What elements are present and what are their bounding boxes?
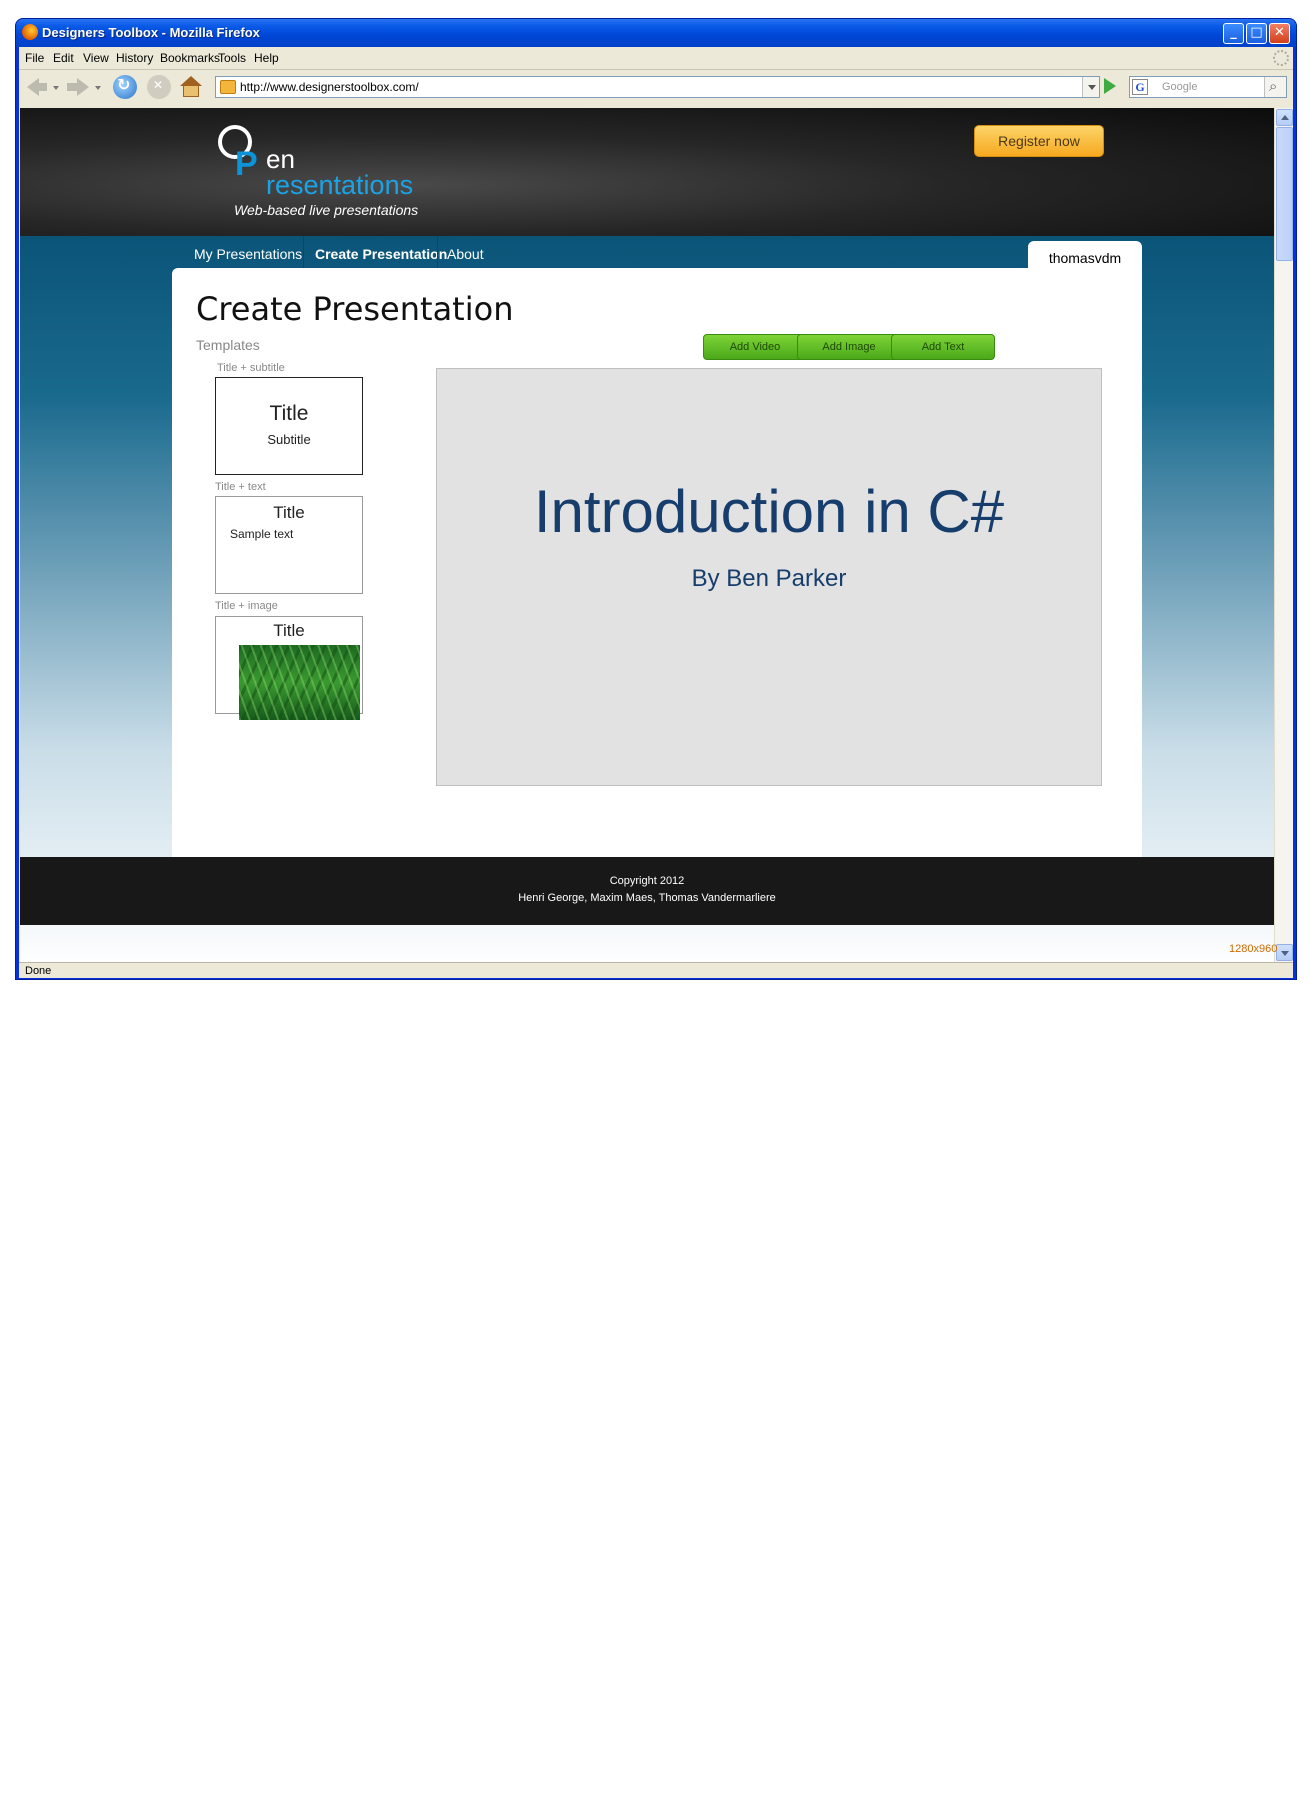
template-title: Title <box>273 503 305 522</box>
firefox-icon <box>22 24 38 40</box>
slide-title[interactable]: Introduction in C# <box>437 477 1101 546</box>
scroll-down-button[interactable] <box>1276 944 1293 961</box>
template-sample-text: Sample text <box>230 527 294 541</box>
scroll-up-button[interactable] <box>1276 109 1293 126</box>
page-viewport: P en resentations Web-based live present… <box>20 108 1274 962</box>
back-arrow-icon <box>27 78 47 96</box>
template-title-text[interactable]: Title Sample text <box>215 496 363 594</box>
navigation-toolbar: http://www.designerstoolbox.com/ G Googl… <box>19 69 1293 103</box>
nav-divider <box>437 236 438 272</box>
menu-file[interactable]: File <box>25 51 44 65</box>
template-label-title-image: Title + image <box>215 600 278 612</box>
scroll-thumb[interactable] <box>1276 127 1293 261</box>
window-title: Designers Toolbox - Mozilla Firefox <box>42 25 260 40</box>
template-title: Title <box>269 402 309 425</box>
footer-authors: Henri George, Maxim Maes, Thomas Vanderm… <box>518 892 776 904</box>
nav-my-presentations[interactable]: My Presentations <box>194 246 302 262</box>
home-icon-body <box>183 85 199 97</box>
template-title-image[interactable]: Title <box>215 616 363 720</box>
menu-bookmarks[interactable]: Bookmarks <box>160 51 220 65</box>
site-header: P en resentations Web-based live present… <box>20 108 1274 236</box>
add-image-button[interactable]: Add Image <box>797 334 901 360</box>
go-button[interactable] <box>1104 78 1116 94</box>
status-text: Done <box>25 965 52 977</box>
add-video-button[interactable]: Add Video <box>703 334 807 360</box>
footer-copyright: Copyright 2012 <box>609 875 685 887</box>
template-title-subtitle[interactable]: Title Subtitle <box>215 377 363 475</box>
add-text-button[interactable]: Add Text <box>891 334 995 360</box>
resolution-indicator: 1280x960 <box>1229 943 1278 955</box>
maximize-button[interactable]: □ <box>1246 23 1267 44</box>
page-title: Create Presentation <box>196 290 514 328</box>
menu-tools[interactable]: Tools <box>218 51 246 65</box>
menu-view[interactable]: View <box>83 51 109 65</box>
template-title: Title <box>273 621 305 640</box>
logo-text-resentations: resentations <box>266 170 414 200</box>
template-subtitle: Subtitle <box>267 432 311 447</box>
google-engine-icon[interactable]: G <box>1132 79 1148 95</box>
status-bar: Done 1280x960 <box>19 943 1293 978</box>
template-label-title-text: Title + text <box>215 481 266 493</box>
vertical-scrollbar[interactable] <box>1274 108 1293 962</box>
address-dropdown-button[interactable] <box>1082 77 1099 97</box>
menu-history[interactable]: History <box>116 51 153 65</box>
site-tagline: Web-based live presentations <box>234 202 419 218</box>
content-panel: Create Presentation Templates Add Video … <box>172 268 1142 858</box>
nav-about[interactable]: About <box>447 246 484 262</box>
template-label-title-subtitle: Title + subtitle <box>217 362 285 374</box>
throbber-icon <box>1273 50 1289 66</box>
register-button[interactable]: Register now <box>974 125 1104 157</box>
forward-history-dropdown[interactable] <box>95 86 101 90</box>
back-button[interactable] <box>25 75 49 99</box>
home-button[interactable] <box>179 75 203 99</box>
templates-heading: Templates <box>196 337 260 353</box>
menu-edit[interactable]: Edit <box>53 51 74 65</box>
nav-create-presentation[interactable]: Create Presentation <box>315 246 447 262</box>
menu-help[interactable]: Help <box>254 51 279 65</box>
close-button[interactable]: ✕ <box>1269 23 1290 44</box>
slide-canvas[interactable]: Introduction in C# By Ben Parker <box>436 368 1102 786</box>
search-box[interactable]: G Google <box>1129 76 1287 98</box>
browser-window: Designers Toolbox - Mozilla Firefox _ □ … <box>15 18 1297 980</box>
search-placeholder: Google <box>1162 81 1198 93</box>
page-icon <box>220 80 236 94</box>
stop-button[interactable] <box>147 75 171 99</box>
address-bar[interactable]: http://www.designerstoolbox.com/ <box>215 76 1100 98</box>
site-footer: Copyright 2012 Henri George, Maxim Maes,… <box>20 857 1274 925</box>
forward-button[interactable] <box>65 75 89 99</box>
minimize-button[interactable]: _ <box>1223 23 1244 44</box>
title-bar: Designers Toolbox - Mozilla Firefox _ □ … <box>16 19 1296 47</box>
nav-divider <box>303 236 304 272</box>
back-history-dropdown[interactable] <box>53 86 59 90</box>
browser-chrome: File Edit View History Bookmarks Tools H… <box>19 47 1293 978</box>
logo-p-mark: P <box>235 145 258 183</box>
menu-bar: File Edit View History Bookmarks Tools H… <box>19 47 1293 69</box>
search-icon[interactable] <box>1264 77 1286 97</box>
slide-subtitle[interactable]: By Ben Parker <box>437 565 1101 593</box>
grass-image <box>239 645 360 720</box>
reload-button[interactable] <box>113 75 137 99</box>
forward-arrow-icon <box>67 78 89 96</box>
address-url: http://www.designerstoolbox.com/ <box>240 80 419 94</box>
